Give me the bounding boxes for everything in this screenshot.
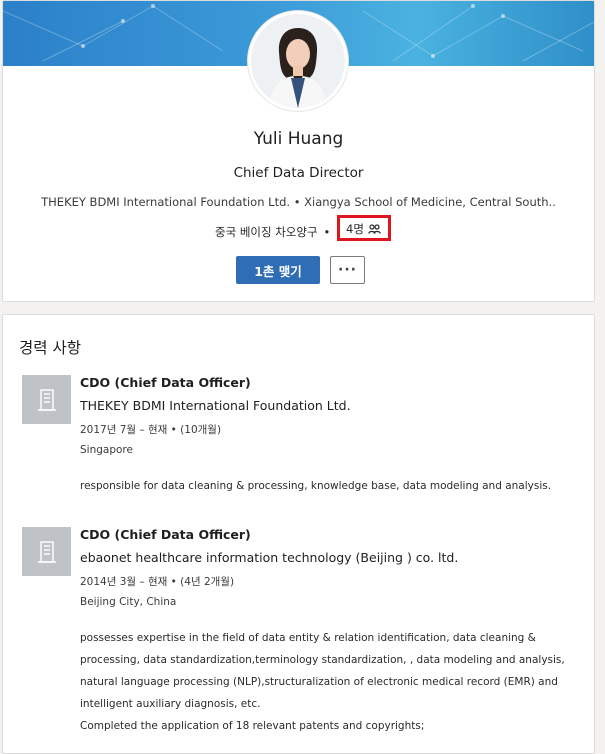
company-logo[interactable] <box>22 527 71 576</box>
experience-description: possesses expertise in the field of data… <box>80 627 580 737</box>
people-icon <box>368 224 381 234</box>
experience-title: CDO (Chief Data Officer) <box>80 527 251 542</box>
experience-body: CDO (Chief Data Officer) ebaonet healthc… <box>80 527 580 737</box>
connections-count: 4명 <box>346 222 364 236</box>
connect-button[interactable]: 1촌 맺기 <box>236 256 320 284</box>
profile-headline: Chief Data Director <box>233 165 364 181</box>
building-icon <box>36 540 58 564</box>
profile-location: 중국 베이징 차오양구 <box>215 225 318 239</box>
experience-company[interactable]: ebaonet healthcare information technolog… <box>80 547 580 571</box>
description-line: possesses expertise in the field of data… <box>80 632 536 644</box>
experience-title: CDO (Chief Data Officer) <box>80 375 251 390</box>
experience-dates: 2014년 3월 – 현재 • (4년 2개월) <box>80 576 235 588</box>
profile-avatar[interactable] <box>248 11 348 111</box>
connections-link[interactable]: 4명 <box>346 220 381 238</box>
description-line: natural language processing (NLP),struct… <box>80 676 558 688</box>
experience-section-title: 경력 사항 <box>19 339 81 357</box>
profile-name: Yuli Huang <box>253 129 344 149</box>
profile-card: Yuli Huang Chief Data Director THEKEY BD… <box>2 0 595 302</box>
experience-dates: 2017년 7월 – 현재 • (10개월) <box>80 424 222 436</box>
description-line: processing, data standardization,termino… <box>80 654 565 666</box>
description-line: responsible for data cleaning & processi… <box>80 480 552 492</box>
company-logo[interactable] <box>22 375 71 424</box>
experience-location: Singapore <box>80 444 133 456</box>
profile-organizations[interactable]: THEKEY BDMI International Foundation Ltd… <box>3 195 594 209</box>
description-line: Completed the application of 18 relevant… <box>80 720 425 732</box>
experience-company[interactable]: THEKEY BDMI International Foundation Ltd… <box>80 395 580 419</box>
experience-location: Beijing City, China <box>80 596 177 608</box>
more-options-button[interactable]: ··· <box>330 256 365 284</box>
location-separator: • <box>323 225 331 239</box>
building-icon <box>36 388 58 412</box>
profile-location-line: 중국 베이징 차오양구 • <box>215 221 330 243</box>
experience-body: CDO (Chief Data Officer) THEKEY BDMI Int… <box>80 375 580 497</box>
experience-description: responsible for data cleaning & processi… <box>80 475 580 497</box>
description-line: intelligent auxiliary diagnosis, etc. <box>80 698 261 710</box>
